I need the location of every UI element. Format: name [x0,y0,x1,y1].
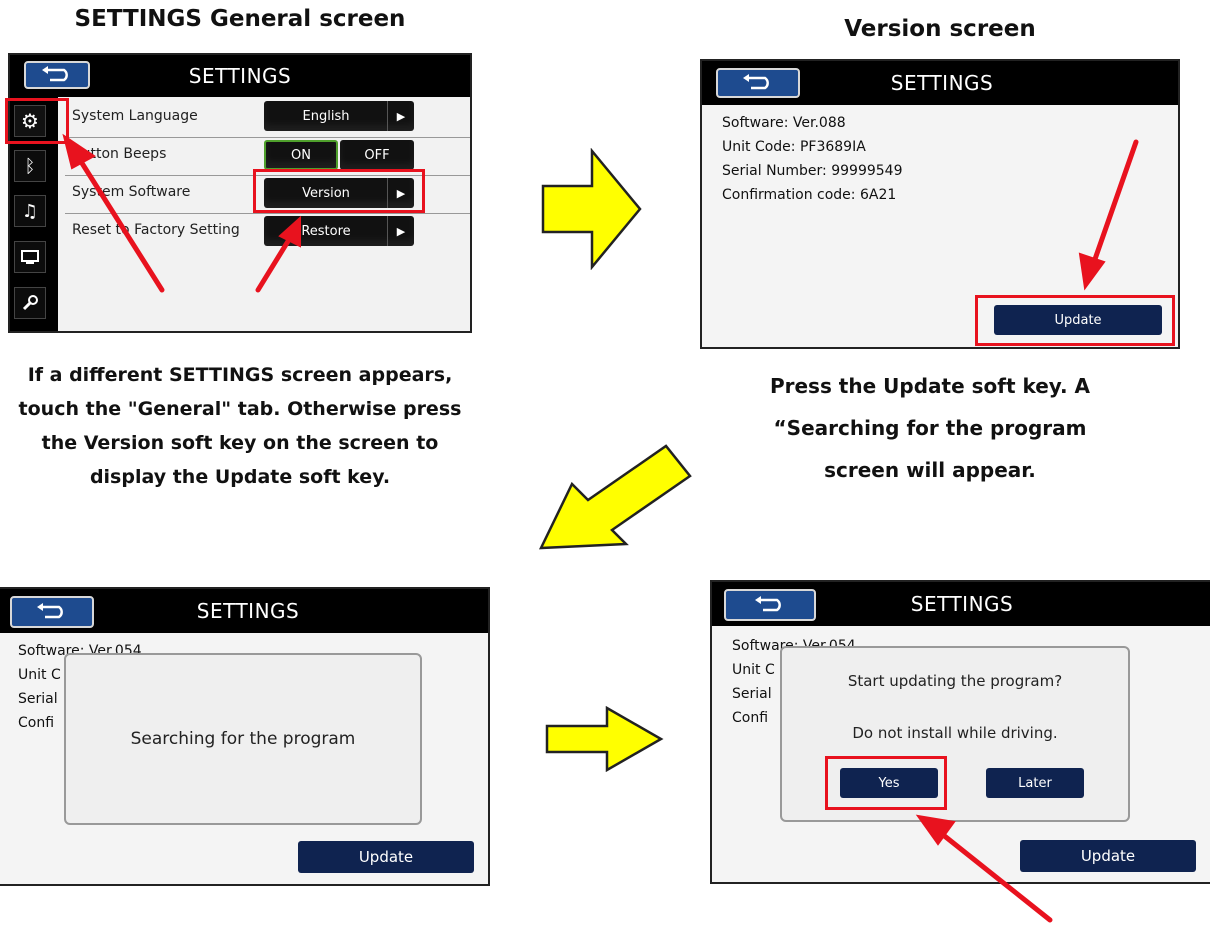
pointer-arrowhead [1078,252,1106,291]
pointer-arrow [77,157,165,293]
red-pointer-overlay [62,133,1139,923]
pointer-arrow [1091,139,1139,265]
pointer-arrow [255,235,293,293]
pointer-arrowhead [62,133,96,170]
pointer-arrowhead [278,215,301,248]
pointer-arrow [939,831,1053,923]
